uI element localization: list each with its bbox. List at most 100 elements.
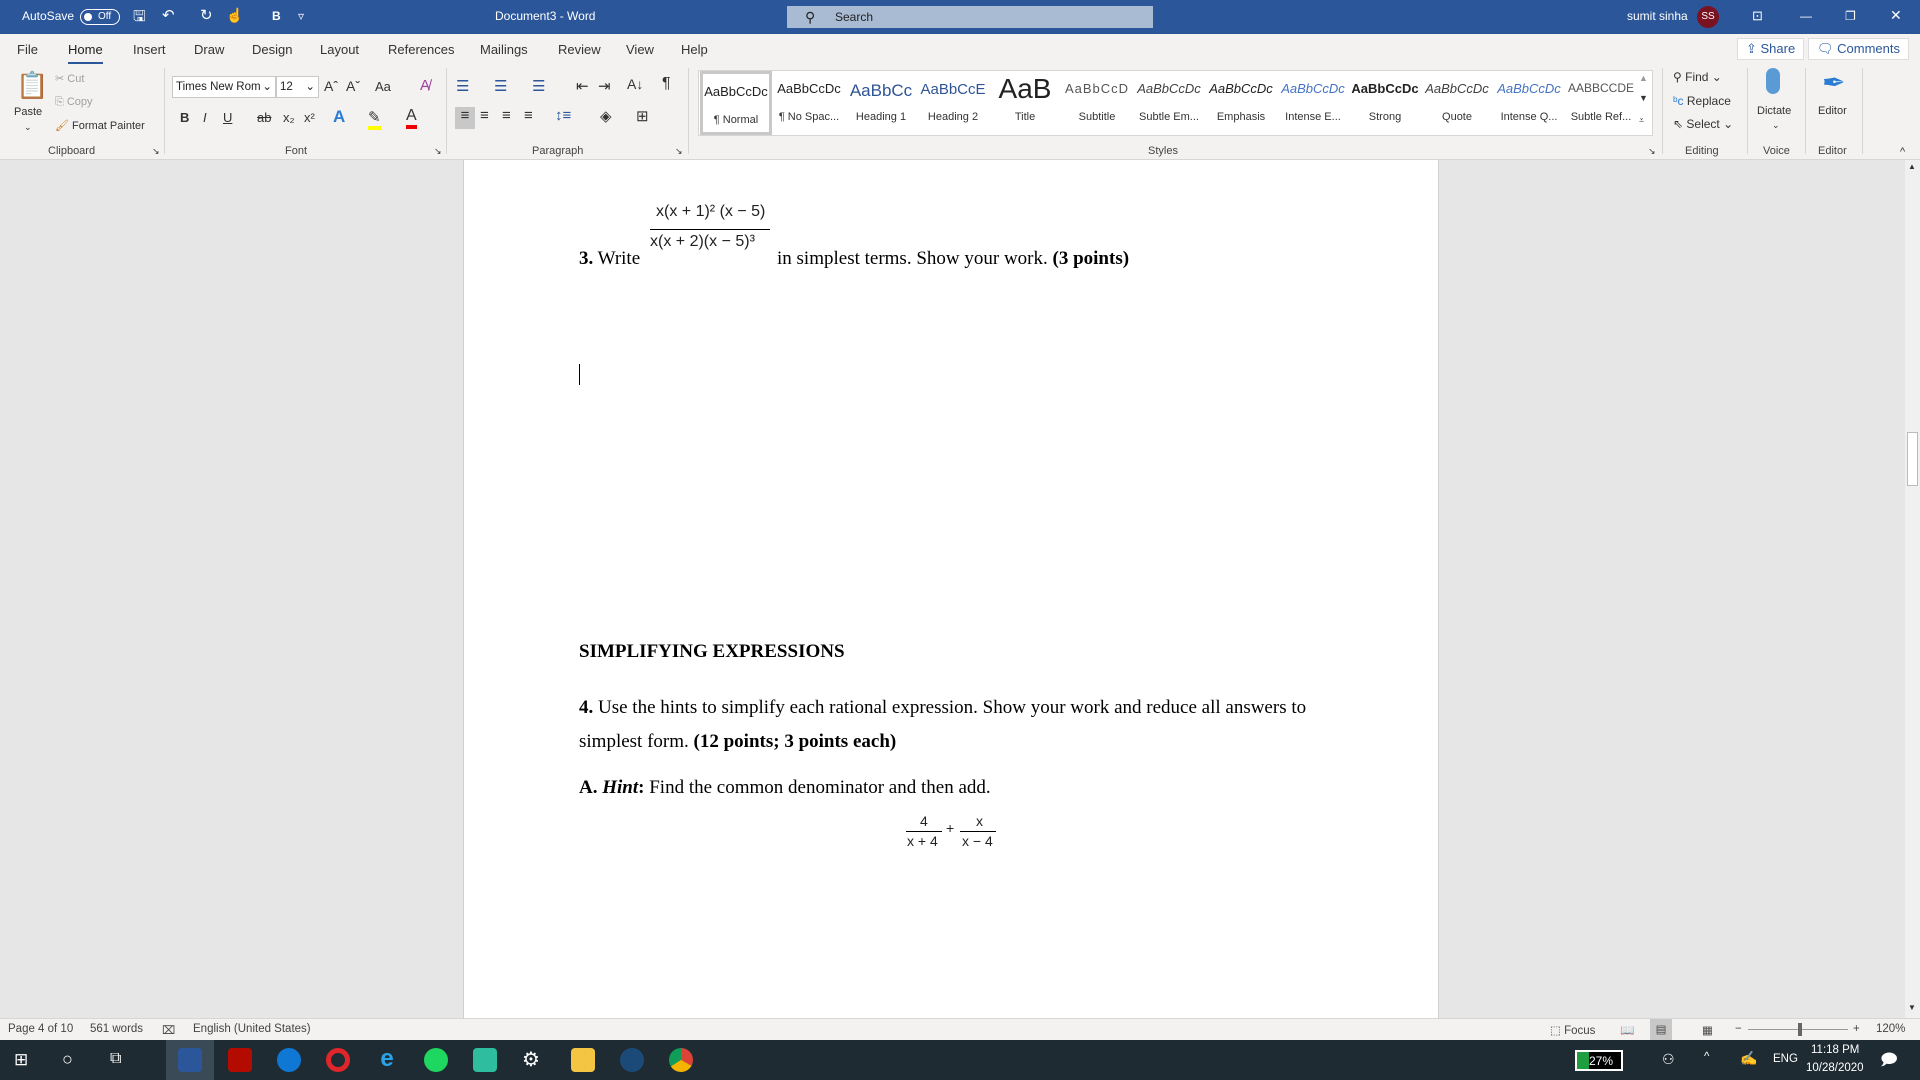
- font-name-select[interactable]: Times New Rom ⌄: [172, 76, 276, 98]
- search-box[interactable]: ⚲ Search: [787, 6, 1153, 28]
- autosave-toggle[interactable]: Off: [80, 9, 120, 25]
- replace-button[interactable]: ᵇc Replace: [1673, 94, 1731, 108]
- file-explorer-icon[interactable]: [571, 1048, 595, 1072]
- gallery-scroll-up-icon[interactable]: ▲: [1639, 73, 1648, 83]
- touch-mode-icon[interactable]: ☝: [226, 7, 243, 24]
- taskbar-word-active[interactable]: [166, 1040, 214, 1080]
- align-right-icon[interactable]: ≡: [502, 107, 511, 124]
- show-hidden-icons-chevron[interactable]: ^: [1704, 1051, 1709, 1063]
- font-size-select[interactable]: 12 ⌄: [276, 76, 319, 98]
- ribbon-display-options-icon[interactable]: ⊡: [1752, 8, 1763, 24]
- notifications-icon[interactable]: 🗩: [1880, 1049, 1898, 1076]
- dialog-launcher-icon[interactable]: ↘: [675, 146, 683, 157]
- align-center-icon[interactable]: ≡: [480, 107, 489, 124]
- word-count[interactable]: 561 words: [90, 1023, 143, 1035]
- line-spacing-icon[interactable]: ↕≡: [555, 107, 571, 124]
- change-case-button[interactable]: Aa: [375, 79, 391, 94]
- zoom-in-icon[interactable]: +: [1853, 1023, 1860, 1035]
- tab-design[interactable]: Design: [252, 42, 292, 57]
- style-subtle-emphasis[interactable]: AaBbCcDc Subtle Em...: [1133, 71, 1205, 135]
- clock-date[interactable]: 10/28/2020: [1806, 1062, 1864, 1074]
- scroll-down-icon[interactable]: ▼: [1908, 1003, 1916, 1012]
- editor-button[interactable]: Editor: [1818, 105, 1847, 117]
- dictate-button[interactable]: Dictate: [1757, 105, 1791, 117]
- proofing-icon[interactable]: ⌧: [162, 1023, 175, 1037]
- bullets-icon[interactable]: ☰: [456, 77, 469, 95]
- superscript-icon[interactable]: x²: [304, 110, 315, 125]
- style-subtle-reference[interactable]: AABBCCDE Subtle Ref...: [1565, 71, 1637, 135]
- underline-button[interactable]: U: [223, 110, 232, 125]
- dialog-launcher-icon[interactable]: ↘: [152, 146, 160, 157]
- strikethrough-button[interactable]: ab: [257, 110, 271, 125]
- tab-home[interactable]: Home: [68, 42, 103, 65]
- restore-icon[interactable]: ❐: [1845, 9, 1856, 23]
- spotify-icon[interactable]: [424, 1048, 448, 1072]
- multilevel-list-icon[interactable]: ☰: [532, 77, 545, 95]
- paste-icon[interactable]: 📋: [16, 70, 48, 101]
- gallery-more-icon[interactable]: ⩡: [1639, 115, 1644, 126]
- gallery-scroll-down-icon[interactable]: ▼: [1639, 93, 1648, 103]
- tab-view[interactable]: View: [626, 42, 654, 57]
- redo-icon[interactable]: ↻: [200, 6, 213, 24]
- collapse-ribbon-icon[interactable]: ^: [1900, 146, 1905, 158]
- print-layout-icon[interactable]: ▤: [1650, 1019, 1672, 1040]
- zoom-slider-thumb[interactable]: [1798, 1023, 1802, 1036]
- bold-quick-button[interactable]: B: [272, 9, 281, 23]
- customize-toolbar-icon[interactable]: ▿: [298, 9, 304, 23]
- text-effects-icon[interactable]: A: [333, 107, 345, 127]
- style-title[interactable]: AaB Title: [989, 71, 1061, 135]
- vertical-scrollbar[interactable]: ▲ ▼: [1905, 160, 1920, 1018]
- editor-pen-icon[interactable]: ✒: [1822, 66, 1845, 99]
- tab-references[interactable]: References: [388, 42, 454, 57]
- page-count[interactable]: Page 4 of 10: [8, 1023, 73, 1035]
- decrease-indent-icon[interactable]: ⇤: [576, 77, 589, 95]
- steam-icon[interactable]: [620, 1048, 644, 1072]
- format-painter-button[interactable]: 🖌 Format Painter: [55, 119, 145, 132]
- style-intense-emphasis[interactable]: AaBbCcDc Intense E...: [1277, 71, 1349, 135]
- focus-button[interactable]: ⬚ Focus: [1550, 1023, 1595, 1037]
- opera-icon[interactable]: [326, 1048, 350, 1072]
- tab-review[interactable]: Review: [558, 42, 601, 57]
- avatar[interactable]: SS: [1697, 6, 1719, 28]
- edge-icon[interactable]: [277, 1048, 301, 1072]
- numbering-icon[interactable]: ☰: [494, 77, 507, 95]
- chrome-icon[interactable]: [669, 1048, 693, 1072]
- shrink-font-icon[interactable]: Aˇ: [346, 78, 360, 94]
- increase-indent-icon[interactable]: ⇥: [598, 77, 611, 95]
- minimize-icon[interactable]: —: [1800, 9, 1812, 23]
- borders-icon[interactable]: ⊞: [636, 107, 649, 125]
- undo-icon[interactable]: ↶: [162, 6, 175, 24]
- bold-button[interactable]: B: [180, 110, 189, 125]
- show-marks-button[interactable]: ¶: [662, 75, 671, 93]
- document-page[interactable]: 3. Write x(x + 1)² (x − 5) x(x + 2)(x − …: [463, 160, 1439, 1018]
- shading-icon[interactable]: ◈: [600, 107, 612, 125]
- copy-button[interactable]: ⎘ Copy: [55, 96, 93, 109]
- dialog-launcher-icon[interactable]: ↘: [434, 146, 442, 157]
- close-icon[interactable]: ✕: [1890, 7, 1902, 24]
- pen-icon[interactable]: ✍: [1740, 1050, 1757, 1067]
- task-view-icon[interactable]: ⧉: [110, 1050, 121, 1068]
- comments-button[interactable]: 🗨 Comments: [1808, 38, 1909, 60]
- settings-gear-icon[interactable]: ⚙: [522, 1047, 540, 1072]
- acrobat-icon[interactable]: [228, 1048, 252, 1072]
- share-button[interactable]: ⇪ Share: [1737, 38, 1805, 60]
- tab-draw[interactable]: Draw: [194, 42, 224, 57]
- find-button[interactable]: ⚲ Find ⌄: [1673, 70, 1722, 84]
- web-layout-icon[interactable]: ▦: [1702, 1023, 1713, 1037]
- save-icon[interactable]: 🖫: [133, 6, 146, 31]
- subscript-icon[interactable]: x₂: [283, 110, 295, 125]
- highlight-color-icon[interactable]: ✎: [368, 108, 381, 130]
- style-emphasis[interactable]: AaBbCcDc Emphasis: [1205, 71, 1277, 135]
- input-language[interactable]: ENG: [1773, 1053, 1798, 1065]
- user-name[interactable]: sumit sinha: [1627, 9, 1688, 23]
- style-heading-2[interactable]: AaBbCcE Heading 2: [917, 71, 989, 135]
- style-subtitle[interactable]: AaBbCcD Subtitle: [1061, 71, 1133, 135]
- windows-start-icon[interactable]: ⊞: [14, 1050, 28, 1070]
- tab-insert[interactable]: Insert: [133, 42, 166, 57]
- read-mode-icon[interactable]: 📖: [1620, 1023, 1634, 1037]
- style-normal[interactable]: AaBbCcDc ¶ Normal: [700, 71, 772, 135]
- paste-dropdown-icon[interactable]: ⌄: [24, 122, 32, 133]
- tab-layout[interactable]: Layout: [320, 42, 359, 57]
- grow-font-icon[interactable]: Aˆ: [324, 78, 338, 94]
- scrollbar-thumb[interactable]: [1907, 432, 1918, 486]
